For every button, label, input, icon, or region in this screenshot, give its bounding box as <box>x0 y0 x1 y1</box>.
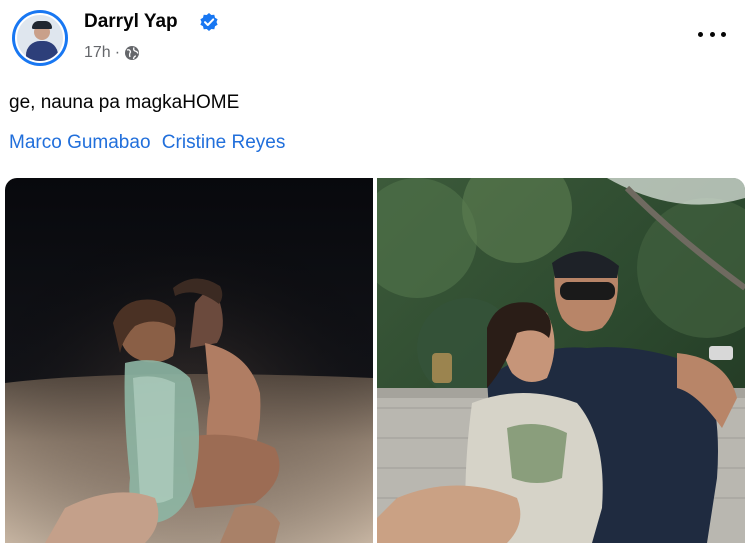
avatar[interactable] <box>12 10 68 66</box>
post-caption: ge, nauna pa magkaHOME <box>9 92 240 113</box>
globe-icon[interactable] <box>124 45 140 61</box>
post-time[interactable]: 17h <box>84 44 111 62</box>
tag-link[interactable]: Marco Gumabao <box>9 132 151 153</box>
meta-separator: · <box>114 44 121 61</box>
more-dot <box>698 31 703 37</box>
avatar-figure-cap <box>32 21 52 29</box>
more-dot <box>721 31 726 37</box>
tagged-people: Marco Gumabao Cristine Reyes <box>9 132 291 154</box>
photo-beach-night <box>5 178 373 543</box>
avatar-figure-body <box>26 41 58 61</box>
post-meta: 17h · <box>84 44 140 62</box>
post-photo-1[interactable] <box>5 178 373 543</box>
author-name[interactable]: Darryl Yap <box>84 11 178 33</box>
tag-link[interactable]: Cristine Reyes <box>162 132 286 153</box>
more-dot <box>709 31 715 37</box>
post-photo-2[interactable] <box>377 178 745 543</box>
verified-badge-icon <box>200 13 218 31</box>
avatar-image <box>15 13 65 63</box>
photo-garden-day <box>377 178 745 543</box>
more-options-icon[interactable] <box>698 24 726 44</box>
post-header: Darryl Yap 17h · <box>0 0 750 78</box>
